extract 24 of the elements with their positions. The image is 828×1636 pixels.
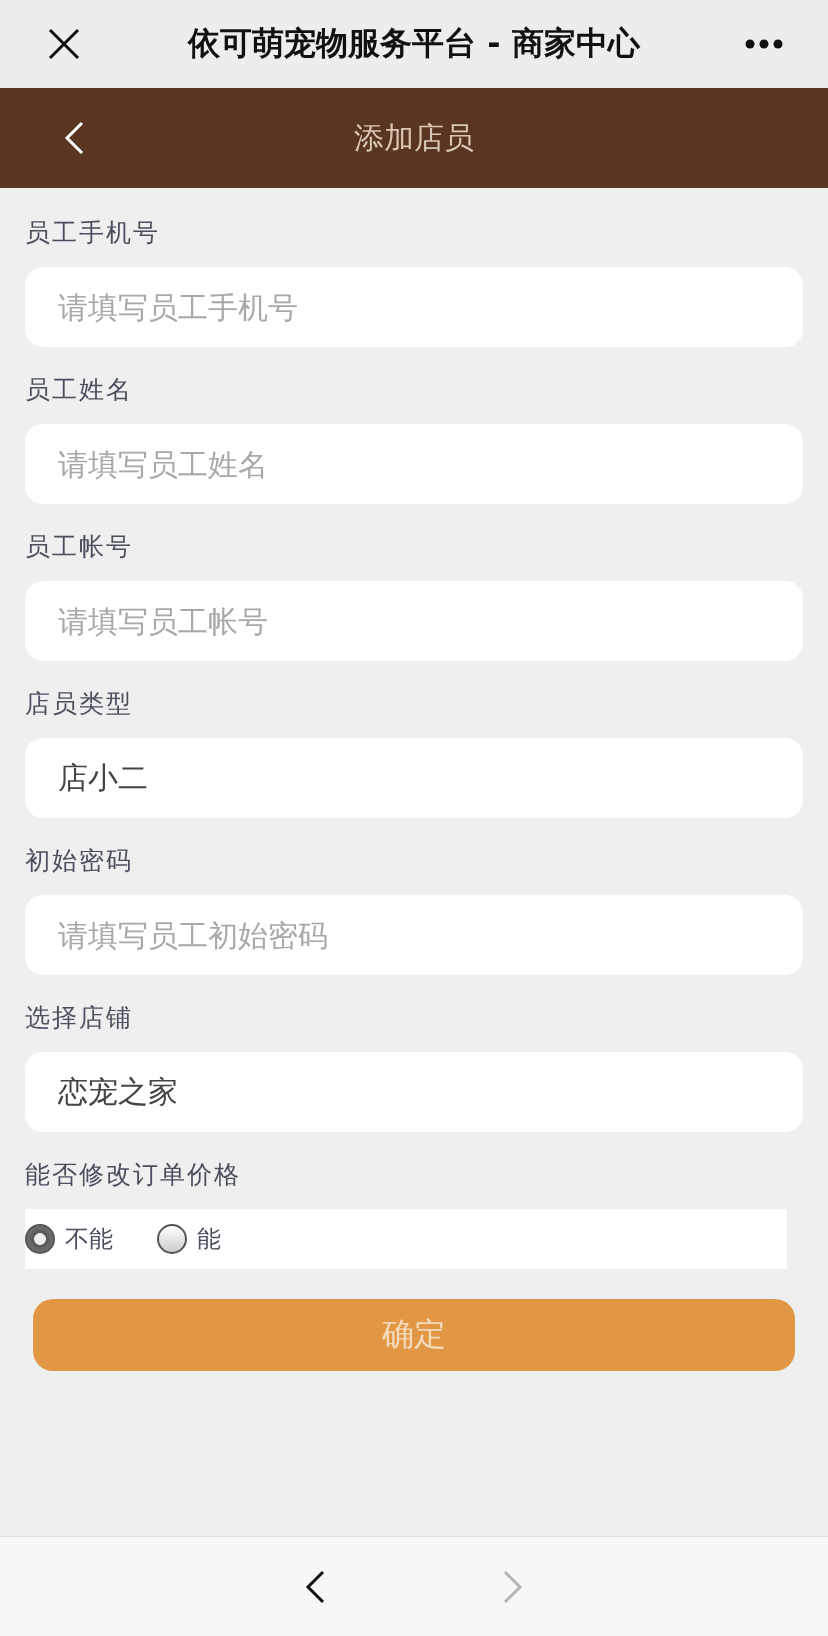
field-label: 能否修改订单价格: [25, 1159, 242, 1191]
field-label: 员工手机号: [25, 217, 161, 249]
field-label: 选择店铺: [25, 1002, 134, 1034]
radio-button[interactable]: [157, 1224, 187, 1254]
back-icon: [64, 121, 84, 155]
close-icon: [48, 28, 80, 60]
input-field[interactable]: 恋宠之家: [25, 1052, 803, 1132]
input-field[interactable]: 请填写员工帐号: [25, 581, 803, 661]
input-field[interactable]: 请填写员工手机号: [25, 267, 803, 347]
input-field[interactable]: 请填写员工姓名: [25, 424, 803, 504]
radio-button[interactable]: [25, 1224, 55, 1254]
radio-label: 能: [197, 1224, 221, 1255]
back-icon: [305, 1569, 325, 1604]
page-title: 添加店员: [353, 118, 475, 157]
window-title: 依可萌宠物服务平台 - 商家中心: [186, 23, 641, 64]
forward-icon: [503, 1569, 523, 1604]
more-icon: [745, 39, 783, 49]
radio-label: 不能: [65, 1224, 113, 1255]
field-label: 店员类型: [25, 688, 134, 720]
input-field[interactable]: 店小二: [25, 738, 803, 818]
field-label: 员工姓名: [25, 374, 134, 406]
field-label: 员工帐号: [25, 531, 134, 563]
field-label: 初始密码: [25, 845, 134, 877]
input-field[interactable]: 请填写员工初始密码: [25, 895, 803, 975]
